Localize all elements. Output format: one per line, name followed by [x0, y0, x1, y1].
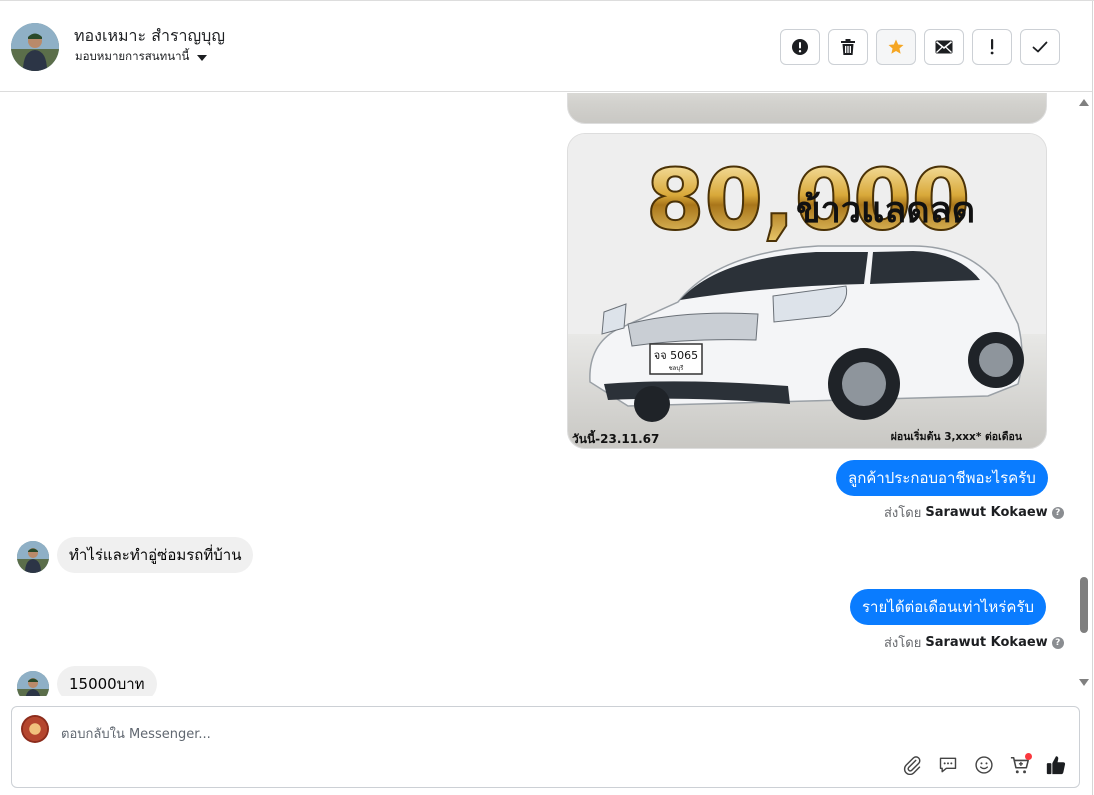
shop-cart-button[interactable]: [1008, 753, 1032, 777]
conversation-header: ทองเหมาะ สำราญบุญ มอบหมายการสนทนานี้: [0, 1, 1092, 92]
exclamation-icon: [990, 39, 994, 55]
question-mark-icon[interactable]: ?: [1051, 506, 1064, 519]
page-avatar: [21, 715, 49, 743]
conversation-actions: [780, 29, 1060, 65]
contact-avatar[interactable]: [11, 23, 59, 71]
reply-composer[interactable]: ตอบกลับใน Messenger...: [11, 706, 1080, 788]
notification-dot: [1025, 753, 1032, 760]
promo-headline-text: ข้าวแลดลด: [796, 190, 975, 231]
license-plate: จจ 5065: [654, 349, 698, 362]
outgoing-message-bubble[interactable]: ลูกค้าประกอบอาชีพอะไรครับ: [836, 460, 1048, 496]
incoming-message-bubble[interactable]: 15000บาท: [57, 666, 157, 696]
car-ad-image: จจ 5065 ชลบุรี 80,000 ข้าวแลดลด วันนี้-2…: [568, 134, 1046, 448]
composer-toolbar: [900, 753, 1068, 777]
follow-up-button[interactable]: [972, 29, 1012, 65]
window-border: [1092, 1, 1093, 795]
emoji-icon: [975, 756, 993, 774]
thread-scrollbar[interactable]: [1076, 93, 1092, 696]
mark-unread-button[interactable]: [924, 29, 964, 65]
trash-icon: [841, 39, 855, 55]
message-thread: จจ 5065 ชลบุรี 80,000 ข้าวแลดลด วันนี้-2…: [0, 93, 1076, 696]
contact-avatar-small[interactable]: [17, 671, 49, 696]
mark-done-button[interactable]: [1020, 29, 1060, 65]
star-icon: [888, 39, 904, 54]
license-plate-province: ชลบุรี: [669, 364, 685, 372]
sent-by-line: ส่งโดย Sarawut Kokaew ?: [884, 632, 1064, 653]
assign-label: มอบหมายการสนทนานี้: [75, 49, 190, 63]
previous-image-attachment[interactable]: [567, 93, 1047, 124]
contact-avatar-small[interactable]: [17, 541, 49, 573]
scroll-up-arrow-icon[interactable]: [1079, 99, 1089, 106]
car-ad-image-attachment[interactable]: จจ 5065 ชลบุรี 80,000 ข้าวแลดลด วันนี้-2…: [567, 133, 1047, 449]
sender-name[interactable]: Sarawut Kokaew: [925, 505, 1047, 520]
scroll-down-arrow-icon[interactable]: [1079, 679, 1089, 686]
messenger-inbox-window: ทองเหมาะ สำราญบุญ มอบหมายการสนทนานี้ จจ …: [0, 0, 1094, 795]
contact-name[interactable]: ทองเหมาะ สำราญบุญ: [74, 24, 225, 49]
sent-by-prefix: ส่งโดย: [884, 506, 922, 521]
alert-circle-icon: [792, 39, 808, 55]
mail-icon: [935, 40, 953, 54]
reply-input[interactable]: ตอบกลับใน Messenger...: [61, 723, 211, 744]
assign-conversation-dropdown[interactable]: มอบหมายการสนทนานี้: [75, 48, 208, 66]
question-mark-icon[interactable]: ?: [1051, 636, 1064, 649]
scroll-thumb[interactable]: [1080, 577, 1088, 633]
saved-reply-icon: [939, 757, 957, 773]
saved-reply-button[interactable]: [936, 753, 960, 777]
sender-name[interactable]: Sarawut Kokaew: [925, 635, 1047, 650]
paperclip-icon: [903, 756, 921, 775]
caret-down-icon: [197, 55, 208, 61]
incoming-message-bubble[interactable]: ทำไร่และทำอู่ซ่อมรถที่บ้าน: [57, 537, 254, 573]
promo-date-stamp: วันนี้-23.11.67: [572, 429, 659, 446]
mark-spam-button[interactable]: [780, 29, 820, 65]
sent-by-prefix: ส่งโดย: [884, 636, 922, 651]
emoji-button[interactable]: [972, 753, 996, 777]
check-icon: [1032, 41, 1048, 53]
outgoing-message-bubble[interactable]: รายได้ต่อเดือนเท่าไหร่ครับ: [850, 589, 1046, 625]
delete-button[interactable]: [828, 29, 868, 65]
promo-installment-text: ผ่อนเริ่มต้น 3,xxx* ต่อเดือน: [891, 428, 1023, 443]
attach-file-button[interactable]: [900, 753, 924, 777]
like-button[interactable]: [1044, 753, 1068, 777]
star-button[interactable]: [876, 29, 916, 65]
sent-by-line: ส่งโดย Sarawut Kokaew ?: [884, 502, 1064, 523]
like-icon: [1046, 756, 1066, 775]
